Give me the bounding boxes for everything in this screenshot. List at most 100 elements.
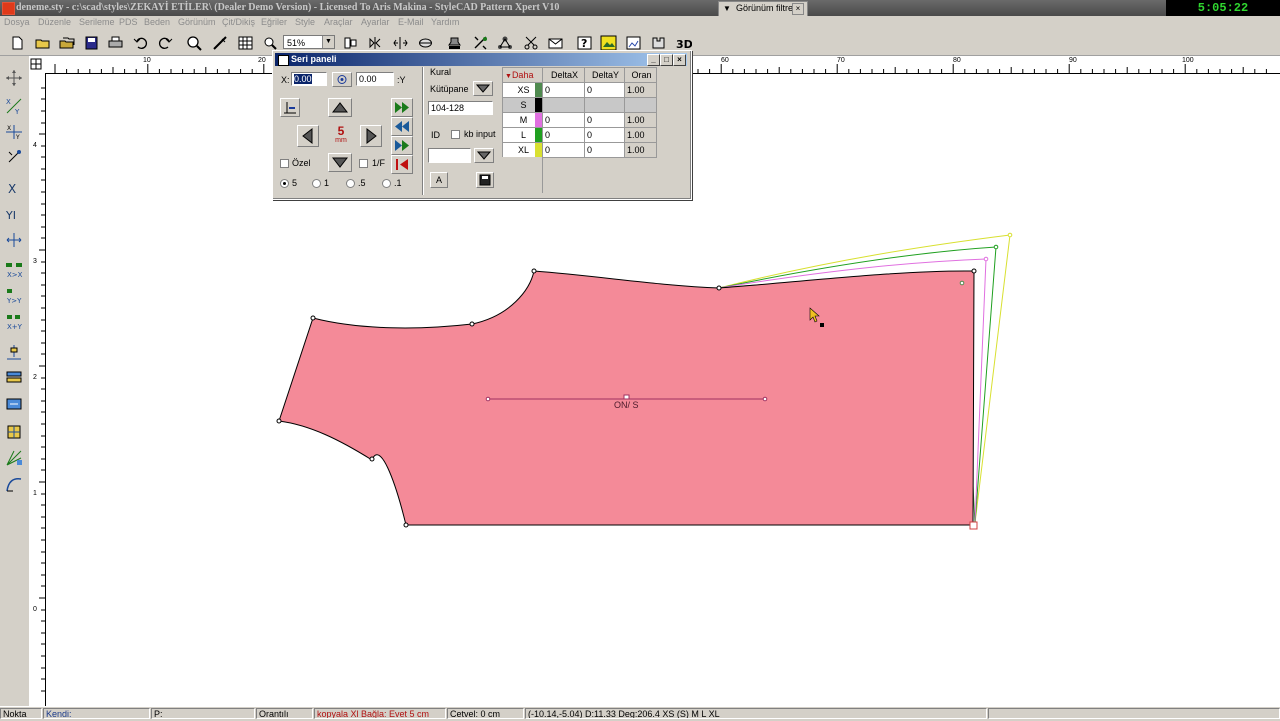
grade-rule-icon[interactable]: [4, 422, 24, 442]
close-icon[interactable]: ×: [673, 54, 686, 66]
menu-araclar[interactable]: Araçlar: [324, 17, 353, 27]
3d-icon[interactable]: 3D: [675, 35, 692, 51]
table-row[interactable]: XS 0 0 1.00: [502, 82, 657, 98]
menu-beden[interactable]: Beden: [144, 17, 170, 27]
xy-scale-icon[interactable]: XY: [4, 122, 24, 142]
reset-button[interactable]: [391, 155, 413, 174]
deltay-cell[interactable]: 0: [584, 127, 625, 143]
point-move-icon[interactable]: [4, 68, 24, 88]
new-file-icon[interactable]: [9, 35, 26, 51]
zoom-tool-icon[interactable]: [186, 35, 203, 51]
size-cell[interactable]: L: [502, 127, 543, 143]
size-cell[interactable]: S: [502, 97, 543, 113]
daha-header[interactable]: ▼Daha: [502, 67, 543, 83]
print-icon[interactable]: [107, 35, 124, 51]
flip-icon[interactable]: [392, 35, 409, 51]
radio-step-01[interactable]: [382, 179, 391, 188]
menu-email[interactable]: E-Mail: [398, 17, 424, 27]
y-tool-icon[interactable]: YI: [4, 204, 24, 224]
oran-cell[interactable]: 1.00: [624, 112, 657, 128]
radio-step-05[interactable]: [346, 179, 355, 188]
id-input[interactable]: [428, 148, 471, 163]
maximize-icon[interactable]: □: [660, 54, 673, 66]
oran-cell[interactable]: 1.00: [624, 82, 657, 98]
stamp-icon[interactable]: [446, 35, 463, 51]
move-left-button[interactable]: [297, 125, 319, 147]
oran-cell[interactable]: [624, 97, 657, 113]
grade-y-icon[interactable]: Y>Y: [4, 286, 24, 306]
kural-code-input[interactable]: 104-128: [428, 101, 493, 115]
curve-tool-icon[interactable]: [4, 474, 24, 494]
a-button[interactable]: A: [430, 172, 448, 188]
xy-tool-icon[interactable]: [4, 230, 24, 250]
grade-x-icon[interactable]: X+Y: [4, 312, 24, 332]
menu-yardim[interactable]: Yardım: [431, 17, 459, 27]
grade-icon[interactable]: [472, 35, 489, 51]
menu-style[interactable]: Style: [295, 17, 315, 27]
deltax-cell[interactable]: [542, 97, 585, 113]
help-icon[interactable]: ?: [576, 35, 593, 51]
menu-gorunum[interactable]: Görünüm: [178, 17, 216, 27]
xy-move-icon[interactable]: XY: [4, 96, 24, 116]
menu-dosya[interactable]: Dosya: [4, 17, 30, 27]
image2-icon[interactable]: [625, 35, 642, 51]
mirror-icon[interactable]: [367, 35, 384, 51]
deltax-cell[interactable]: 0: [542, 142, 585, 158]
move-right-button[interactable]: [360, 125, 382, 147]
chevron-down-icon[interactable]: ▼: [723, 2, 731, 15]
table-row[interactable]: XL 0 0 1.00: [502, 142, 657, 158]
deltax-cell[interactable]: 0: [542, 112, 585, 128]
vertical-ruler[interactable]: 4 3 2 1 0: [29, 73, 46, 706]
layer-move-icon[interactable]: [4, 394, 24, 414]
redo-icon[interactable]: [157, 35, 174, 51]
save-icon[interactable]: [83, 35, 100, 51]
move-down-button[interactable]: [328, 153, 352, 172]
minimize-icon[interactable]: _: [647, 54, 660, 66]
zoom-fit-icon[interactable]: [262, 35, 279, 51]
grade-copy-button[interactable]: [391, 136, 413, 155]
prev-point-button[interactable]: [391, 117, 413, 136]
layers-icon[interactable]: [417, 35, 434, 51]
menu-pds[interactable]: PDS: [119, 17, 138, 27]
radio-step-5[interactable]: [280, 179, 289, 188]
open-folder-icon[interactable]: [34, 35, 51, 51]
grade-fan-icon[interactable]: [4, 448, 24, 468]
menu-ayarlar[interactable]: Ayarlar: [361, 17, 389, 27]
oran-cell[interactable]: 1.00: [624, 142, 657, 158]
layer-stack-icon[interactable]: [4, 368, 24, 388]
measure-icon[interactable]: [212, 35, 229, 51]
deltax-cell[interactable]: 0: [542, 82, 585, 98]
next-point-button[interactable]: [391, 98, 413, 117]
table-row[interactable]: M 0 0 1.00: [502, 112, 657, 128]
deltay-cell[interactable]: 0: [584, 112, 625, 128]
open-multiple-icon[interactable]: [58, 35, 75, 51]
onef-checkbox[interactable]: [359, 159, 368, 168]
zoom-dropdown[interactable]: 51% ▼: [283, 35, 335, 49]
kb-input-checkbox[interactable]: [451, 130, 460, 139]
y-input[interactable]: 0.00: [356, 72, 394, 86]
deltay-cell[interactable]: [584, 97, 625, 113]
panel-title-bar[interactable]: Seri paneli _ □ ×: [275, 53, 687, 66]
move-up-button[interactable]: [328, 98, 352, 117]
snap-line-icon[interactable]: [4, 342, 24, 362]
size-cell[interactable]: M: [502, 112, 543, 128]
menu-duzenle[interactable]: Düzenle: [38, 17, 71, 27]
table-row[interactable]: S: [502, 97, 657, 113]
deltay-cell[interactable]: 0: [584, 82, 625, 98]
view-filter-box[interactable]: ▼ Görünüm filtre ×: [718, 1, 808, 17]
radio-step-1[interactable]: [312, 179, 321, 188]
ruler-corner[interactable]: [29, 56, 46, 74]
ozel-checkbox[interactable]: [280, 159, 289, 168]
center-target-button[interactable]: [332, 72, 352, 87]
image-icon[interactable]: [600, 35, 617, 51]
table-row[interactable]: L 0 0 1.00: [502, 127, 657, 143]
oran-cell[interactable]: 1.00: [624, 127, 657, 143]
scissor-icon[interactable]: [523, 35, 540, 51]
axis-tool-button[interactable]: [280, 98, 300, 117]
network-icon[interactable]: [497, 35, 514, 51]
snap-icon[interactable]: [342, 35, 359, 51]
x-input[interactable]: 0.00: [291, 72, 327, 86]
id-dropdown-button[interactable]: [474, 148, 494, 163]
piece-icon[interactable]: [650, 35, 667, 51]
chevron-down-icon[interactable]: ▼: [322, 36, 334, 48]
